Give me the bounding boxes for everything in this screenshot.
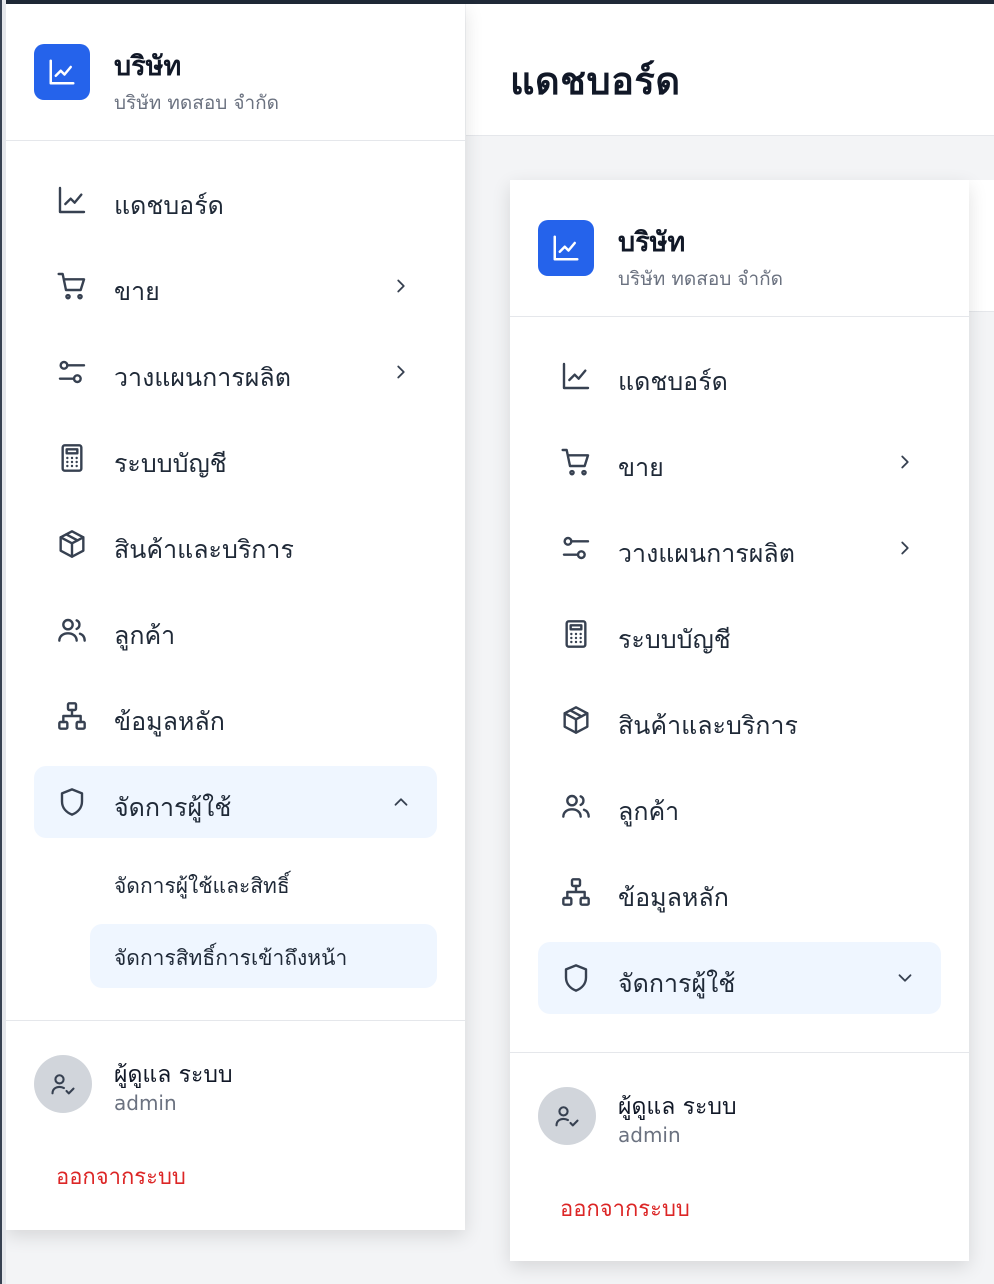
chevron-right-icon[interactable] bbox=[387, 358, 415, 386]
submenu-item-page-access[interactable]: จัดการสิทธิ์การเข้าถึงหน้า bbox=[90, 924, 437, 988]
chart-logo-icon bbox=[34, 44, 90, 100]
logout-link[interactable]: ออกจากระบบ bbox=[560, 1191, 690, 1226]
brand-subtitle: บริษัท ทดสอบ จำกัด bbox=[114, 92, 279, 114]
avatar[interactable] bbox=[538, 1087, 596, 1145]
sidebar-item-products-services[interactable]: สินค้าและบริการ bbox=[34, 508, 437, 580]
user-name: ผู้ดูแล ระบบ bbox=[114, 1062, 233, 1088]
sidebar-expanded: บริษัท บริษัท ทดสอบ จำกัด แดชบอร์ด ขาย ว… bbox=[6, 4, 465, 1230]
sidebar-item-label: ลูกค้า bbox=[618, 797, 680, 826]
sliders-icon bbox=[54, 354, 90, 390]
user-role: admin bbox=[618, 1123, 681, 1147]
calculator-icon bbox=[558, 616, 594, 652]
sidebar-nav: แดชบอร์ด ขาย วางแผนการผลิต ระบบบัญชี สิน… bbox=[6, 164, 465, 996]
window-frame-left bbox=[0, 0, 6, 1284]
sidebar-item-accounting[interactable]: ระบบบัญชี bbox=[538, 598, 941, 670]
sidebar-item-master-data[interactable]: ข้อมูลหลัก bbox=[34, 680, 437, 752]
sidebar-footer: ผู้ดูแล ระบบ admin ออกจากระบบ bbox=[510, 1052, 969, 1261]
sidebar-item-label: ข้อมูลหลัก bbox=[114, 707, 225, 736]
brand-name: บริษัท bbox=[114, 51, 182, 82]
chevron-right-icon[interactable] bbox=[387, 272, 415, 300]
chevron-right-icon[interactable] bbox=[891, 534, 919, 562]
sidebar-item-customers[interactable]: ลูกค้า bbox=[34, 594, 437, 666]
sidebar-item-sales[interactable]: ขาย bbox=[538, 426, 941, 498]
sidebar-item-user-management[interactable]: จัดการผู้ใช้ bbox=[34, 766, 437, 838]
sidebar-item-production-planning[interactable]: วางแผนการผลิต bbox=[34, 336, 437, 408]
cart-icon bbox=[54, 268, 90, 304]
box-icon bbox=[558, 702, 594, 738]
user-name: ผู้ดูแล ระบบ bbox=[618, 1094, 737, 1120]
chevron-up-icon[interactable] bbox=[387, 788, 415, 816]
chevron-right-icon[interactable] bbox=[891, 448, 919, 476]
sidebar-item-accounting[interactable]: ระบบบัญชี bbox=[34, 422, 437, 494]
cart-icon bbox=[558, 444, 594, 480]
brand-name: บริษัท bbox=[618, 227, 686, 258]
sidebar-item-label: สินค้าและบริการ bbox=[618, 711, 798, 740]
page-header: แดชบอร์ด bbox=[466, 4, 994, 136]
sidebar-item-production-planning[interactable]: วางแผนการผลิต bbox=[538, 512, 941, 584]
sidebar-item-products-services[interactable]: สินค้าและบริการ bbox=[538, 684, 941, 756]
sidebar-item-dashboard[interactable]: แดชบอร์ด bbox=[538, 340, 941, 412]
users-icon bbox=[558, 788, 594, 824]
shield-icon bbox=[558, 960, 594, 996]
network-icon bbox=[558, 874, 594, 910]
chart-logo-icon bbox=[538, 220, 594, 276]
submenu-item-users-permissions[interactable]: จัดการผู้ใช้และสิทธิ์ bbox=[90, 852, 437, 916]
sidebar-item-label: ขาย bbox=[618, 453, 664, 482]
box-icon bbox=[54, 526, 90, 562]
sidebar-item-label: ระบบบัญชี bbox=[114, 449, 227, 478]
sidebar-footer: ผู้ดูแล ระบบ admin ออกจากระบบ bbox=[6, 1020, 465, 1230]
sidebar-item-label: ลูกค้า bbox=[114, 621, 176, 650]
sidebar-collapsed: บริษัท บริษัท ทดสอบ จำกัด แดชบอร์ด ขาย ว… bbox=[510, 180, 969, 1261]
user-role: admin bbox=[114, 1091, 177, 1115]
sidebar-item-label: วางแผนการผลิต bbox=[114, 363, 291, 392]
sidebar-item-dashboard[interactable]: แดชบอร์ด bbox=[34, 164, 437, 236]
logout-link[interactable]: ออกจากระบบ bbox=[56, 1159, 186, 1194]
sidebar-item-label: ระบบบัญชี bbox=[618, 625, 731, 654]
page-title: แดชบอร์ด bbox=[510, 59, 681, 103]
sliders-icon bbox=[558, 530, 594, 566]
sidebar-item-label: จัดการผู้ใช้ bbox=[114, 793, 232, 822]
sidebar-item-label: จัดการผู้ใช้ bbox=[618, 969, 736, 998]
sidebar-item-label: ข้อมูลหลัก bbox=[618, 883, 729, 912]
chart-line-icon bbox=[54, 182, 90, 218]
chart-line-icon bbox=[558, 358, 594, 394]
chevron-down-icon[interactable] bbox=[891, 964, 919, 992]
sidebar-item-user-management[interactable]: จัดการผู้ใช้ bbox=[538, 942, 941, 1014]
calculator-icon bbox=[54, 440, 90, 476]
sidebar-item-label: วางแผนการผลิต bbox=[618, 539, 795, 568]
sidebar-item-label: แดชบอร์ด bbox=[114, 191, 224, 220]
sidebar-item-label: แดชบอร์ด bbox=[618, 367, 728, 396]
sidebar-item-customers[interactable]: ลูกค้า bbox=[538, 770, 941, 842]
shield-icon bbox=[54, 784, 90, 820]
network-icon bbox=[54, 698, 90, 734]
avatar[interactable] bbox=[34, 1055, 92, 1113]
submenu-item-label: จัดการสิทธิ์การเข้าถึงหน้า bbox=[114, 946, 348, 970]
sidebar-item-master-data[interactable]: ข้อมูลหลัก bbox=[538, 856, 941, 928]
brand-header: บริษัท บริษัท ทดสอบ จำกัด bbox=[6, 4, 465, 141]
sidebar-item-sales[interactable]: ขาย bbox=[34, 250, 437, 322]
sidebar-item-label: ขาย bbox=[114, 277, 160, 306]
sidebar-item-label: สินค้าและบริการ bbox=[114, 535, 294, 564]
sidebar-nav: แดชบอร์ด ขาย วางแผนการผลิต ระบบบัญชี สิน… bbox=[510, 340, 969, 1028]
users-icon bbox=[54, 612, 90, 648]
submenu-item-label: จัดการผู้ใช้และสิทธิ์ bbox=[114, 874, 290, 898]
brand-subtitle: บริษัท ทดสอบ จำกัด bbox=[618, 268, 783, 290]
brand-header: บริษัท บริษัท ทดสอบ จำกัด bbox=[510, 180, 969, 317]
